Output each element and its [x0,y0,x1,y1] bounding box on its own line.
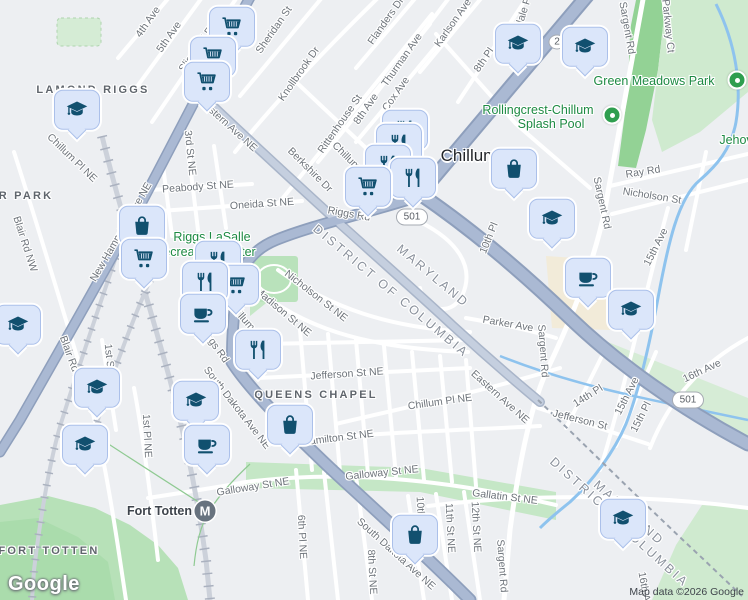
school-icon [86,377,108,399]
pin-coffee[interactable] [565,257,611,298]
pin-cart[interactable] [184,61,230,102]
map-attribution: Map data ©2026 Google [629,586,744,598]
pin-school[interactable] [608,289,654,330]
park-poi-icon[interactable] [602,105,622,125]
pin-cart[interactable] [121,238,167,279]
pin-school[interactable] [173,380,219,421]
bag-icon [279,414,301,436]
pin-cart[interactable] [345,166,391,207]
pin-school[interactable] [529,198,575,239]
poi-label[interactable]: Jehov [719,133,748,147]
poi-label[interactable]: Rollingcrest-Chillum [482,103,593,117]
coffee-icon [196,434,218,456]
cart-icon [225,274,247,296]
park-poi-icon[interactable] [727,70,747,90]
pin-bag[interactable] [491,148,537,189]
school-icon [541,208,563,230]
pin-school[interactable] [62,424,108,465]
pin-coffee[interactable] [180,293,226,334]
poi-label[interactable]: Green Meadows Park [594,74,715,88]
city-label: Chillum [440,146,498,165]
metro-station-label: Fort Totten [126,504,192,518]
school-icon [620,299,642,321]
pin-school[interactable] [0,304,41,345]
school-icon [74,434,96,456]
school-icon [574,36,596,58]
school-icon [507,33,529,55]
bag-icon [131,215,153,237]
pin-restaurant[interactable] [390,157,436,198]
cart-icon [133,248,155,270]
cart-icon [196,71,218,93]
pin-bag[interactable] [267,404,313,445]
coffee-icon [192,303,214,325]
pin-bag[interactable] [392,514,438,555]
poi-label[interactable]: Splash Pool [518,117,585,131]
bag-icon [404,524,426,546]
pin-school[interactable] [54,89,100,130]
pin-school[interactable] [74,367,120,408]
school-icon [66,99,88,121]
pin-school[interactable] [600,498,646,539]
restaurant-icon [247,339,269,361]
cart-icon [357,176,379,198]
school-icon [612,508,634,530]
metro-station-icon[interactable]: M [194,500,216,522]
cart-icon [221,16,243,38]
bag-icon [503,158,525,180]
route-shield: 501 [396,208,428,226]
pin-restaurant[interactable] [235,329,281,370]
restaurant-icon [194,271,216,293]
school-icon [7,314,29,336]
map-canvas[interactable]: 4th Ave5th AveSligo Mill RdSheridan StKn… [0,0,748,600]
pin-school[interactable] [562,26,608,67]
pin-coffee[interactable] [184,424,230,465]
pin-school[interactable] [495,23,541,64]
google-logo[interactable]: Google [8,573,80,596]
coffee-icon [577,267,599,289]
route-shield: 501 [672,391,704,409]
school-icon [185,390,207,412]
restaurant-icon [402,167,424,189]
